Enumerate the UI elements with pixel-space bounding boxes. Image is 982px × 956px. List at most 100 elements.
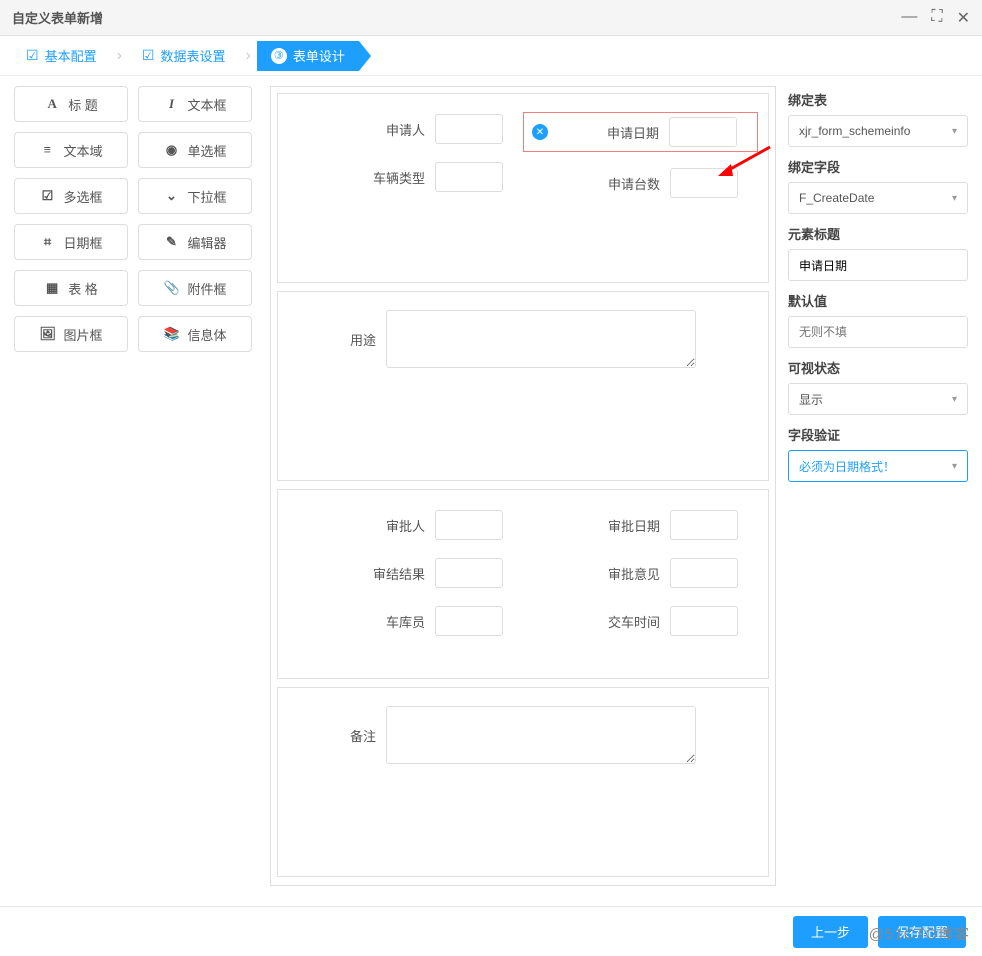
step-form-design[interactable]: ③ 表单设计 (257, 41, 359, 71)
form-field-apply-date[interactable]: ✕ 申请日期 (523, 112, 758, 152)
select-value: F_CreateDate (799, 191, 874, 205)
palette-radio[interactable]: ◉单选框 (138, 132, 252, 168)
window-title: 自定义表单新增 (12, 8, 103, 27)
visible-state-select[interactable]: 显示 (788, 383, 968, 415)
form-section[interactable]: 用途 (277, 291, 769, 481)
field-textarea[interactable] (386, 706, 696, 764)
palette-editor[interactable]: ✎ 编辑器 (138, 224, 252, 260)
palette-datebox[interactable]: ⌗ 日期框 (14, 224, 128, 260)
palette-label: 文本框 (187, 95, 226, 114)
maximize-icon[interactable]: ⛶ (931, 8, 942, 28)
palette-table[interactable]: ▦ 表 格 (14, 270, 128, 306)
form-field-approve-result[interactable]: 审结结果 (288, 556, 523, 590)
palette-image[interactable]: 🖼图片框 (14, 316, 128, 352)
delete-field-icon[interactable]: ✕ (532, 124, 548, 140)
form-section[interactable]: 申请人 车辆类型 ✕ 申请日期 申请台数 (277, 93, 769, 283)
chevron-right-icon: › (117, 47, 122, 65)
table-icon: ▦ (44, 280, 60, 296)
watermark: @51CTO博客 (869, 923, 970, 944)
step-basic-config[interactable]: ☑ 基本配置 (12, 41, 111, 71)
field-validation-select[interactable]: 必须为日期格式！ (788, 450, 968, 482)
palette-select[interactable]: ⌄ 下拉框 (138, 178, 252, 214)
palette-textarea[interactable]: ≡文本域 (14, 132, 128, 168)
close-icon[interactable]: ✕ (957, 8, 970, 28)
field-input[interactable] (435, 114, 503, 144)
palette-textbox[interactable]: I 文本框 (138, 86, 252, 122)
form-field-garage-staff[interactable]: 车库员 (288, 604, 523, 638)
field-label: 申请日期 (607, 123, 659, 142)
palette-label: 单选框 (187, 141, 226, 160)
attachment-icon: 📎 (163, 280, 179, 296)
title-icon: A (44, 96, 60, 112)
palette-label: 多选框 (63, 187, 102, 206)
main-area: A标 题 I文本框 ≡文本域 ◉单选框 ☑多选框 ⌄下拉框 ⌗日期框 ✎编辑器 … (0, 76, 982, 896)
palette-infobody[interactable]: 📚 信息体 (138, 316, 252, 352)
form-field-purpose[interactable]: 用途 (288, 310, 758, 368)
textbox-icon: I (163, 96, 179, 112)
palette-checkbox[interactable]: ☑ 多选框 (14, 178, 128, 214)
form-column-right: 审批日期 审批意见 交车时间 (523, 508, 758, 660)
palette-attachment[interactable]: 📎 附件框 (138, 270, 252, 306)
input-value[interactable] (799, 258, 943, 272)
palette-label: 日期框 (63, 233, 102, 252)
select-value: 显示 (799, 391, 823, 408)
field-input[interactable] (670, 558, 738, 588)
bind-field-select[interactable]: F_CreateDate (788, 182, 968, 214)
form-column-left: 审批人 审结结果 车库员 (288, 508, 523, 660)
form-section[interactable]: 备注 (277, 687, 769, 877)
palette-title[interactable]: A标 题 (14, 86, 128, 122)
form-field-apply-count[interactable]: 申请台数 (523, 166, 758, 200)
form-field-remark[interactable]: 备注 (288, 706, 758, 764)
default-value-input[interactable] (788, 316, 968, 348)
palette-label: 下拉框 (187, 187, 226, 206)
select-value: 必须为日期格式！ (799, 458, 895, 475)
footer: 上一步 保存配置 (0, 906, 982, 956)
palette-label: 编辑器 (187, 233, 226, 252)
calendar-icon: ⌗ (39, 234, 55, 250)
field-label: 车库员 (386, 612, 425, 631)
select-icon: ⌄ (163, 188, 179, 204)
properties-panel: 绑定表 xjr_form_schemeinfo 绑定字段 F_CreateDat… (788, 86, 968, 886)
field-input[interactable] (670, 510, 738, 540)
prop-label-bind-table: 绑定表 (788, 90, 968, 109)
palette-label: 附件框 (187, 279, 226, 298)
form-column-left: 申请人 车辆类型 (288, 112, 523, 264)
form-field-approve-date[interactable]: 审批日期 (523, 508, 758, 542)
field-label: 审批人 (386, 516, 425, 535)
form-field-approver[interactable]: 审批人 (288, 508, 523, 542)
check-icon: ☑ (26, 47, 39, 64)
step-number-icon: ③ (271, 48, 287, 64)
prop-label-default: 默认值 (788, 291, 968, 310)
form-canvas[interactable]: 申请人 车辆类型 ✕ 申请日期 申请台数 (270, 86, 776, 886)
prev-step-button[interactable]: 上一步 (793, 916, 868, 948)
form-field-delivery-time[interactable]: 交车时间 (523, 604, 758, 638)
field-input[interactable] (670, 168, 738, 198)
field-input[interactable] (435, 162, 503, 192)
palette-label: 表 格 (68, 279, 98, 298)
step-data-table[interactable]: ☑ 数据表设置 (128, 41, 240, 71)
component-palette: A标 题 I文本框 ≡文本域 ◉单选框 ☑多选框 ⌄下拉框 ⌗日期框 ✎编辑器 … (14, 86, 258, 886)
field-input[interactable] (669, 117, 737, 147)
palette-label: 信息体 (187, 325, 226, 344)
field-input[interactable] (670, 606, 738, 636)
field-textarea[interactable] (386, 310, 696, 368)
palette-label: 文本域 (63, 141, 102, 160)
form-field-vehicle-type[interactable]: 车辆类型 (288, 160, 523, 194)
field-label: 车辆类型 (373, 168, 425, 187)
field-input[interactable] (435, 558, 503, 588)
info-icon: 📚 (163, 326, 179, 342)
bind-table-select[interactable]: xjr_form_schemeinfo (788, 115, 968, 147)
field-input[interactable] (435, 510, 503, 540)
form-field-approve-opinion[interactable]: 审批意见 (523, 556, 758, 590)
element-title-input[interactable] (788, 249, 968, 281)
prop-label-validation: 字段验证 (788, 425, 968, 444)
form-section[interactable]: 审批人 审结结果 车库员 审批日期 审批意见 交车时间 (277, 489, 769, 679)
field-label: 申请人 (386, 120, 425, 139)
minimize-icon[interactable]: — (901, 8, 917, 28)
input-value[interactable] (799, 325, 943, 339)
edit-icon: ✎ (163, 234, 179, 250)
palette-label: 图片框 (63, 325, 102, 344)
field-input[interactable] (435, 606, 503, 636)
checkbox-icon: ☑ (39, 188, 55, 204)
form-field-applicant[interactable]: 申请人 (288, 112, 523, 146)
